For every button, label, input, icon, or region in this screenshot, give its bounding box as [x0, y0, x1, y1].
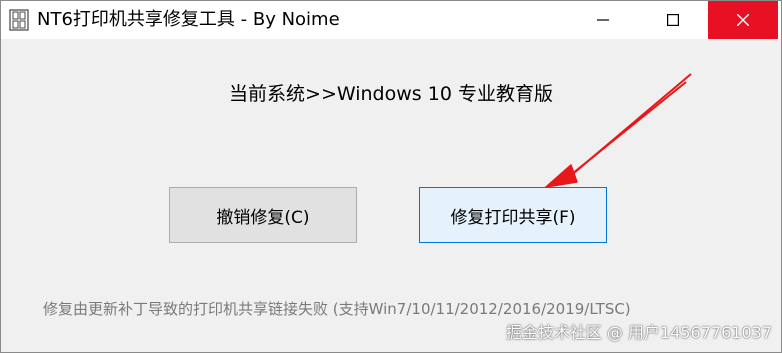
title-bar[interactable]: NT6打印机共享修复工具 - By Noime — [1, 1, 781, 39]
client-area: 当前系统>>Windows 10 专业教育版 撤销修复(C) 修复打印共享(F)… — [1, 39, 781, 352]
maximize-button[interactable] — [638, 1, 708, 39]
close-icon — [737, 14, 749, 26]
minimize-button[interactable] — [568, 1, 638, 39]
close-button[interactable] — [708, 1, 778, 39]
undo-repair-button[interactable]: 撤销修复(C) — [169, 187, 357, 243]
minimize-icon — [597, 19, 609, 21]
window-title: NT6打印机共享修复工具 - By Noime — [37, 9, 340, 30]
app-window: NT6打印机共享修复工具 - By Noime 当前系统>>Windows 10… — [0, 0, 782, 353]
system-info-label: 当前系统>>Windows 10 专业教育版 — [229, 83, 553, 105]
watermark-text: 掘金技术社区 @ 用户14567761037 — [505, 323, 772, 342]
maximize-icon — [667, 14, 679, 26]
support-note: 修复由更新补丁导致的打印机共享链接失败 (支持Win7/10/11/2012/2… — [43, 300, 631, 318]
printer-app-icon — [9, 9, 29, 31]
repair-printer-sharing-button[interactable]: 修复打印共享(F) — [419, 187, 607, 243]
